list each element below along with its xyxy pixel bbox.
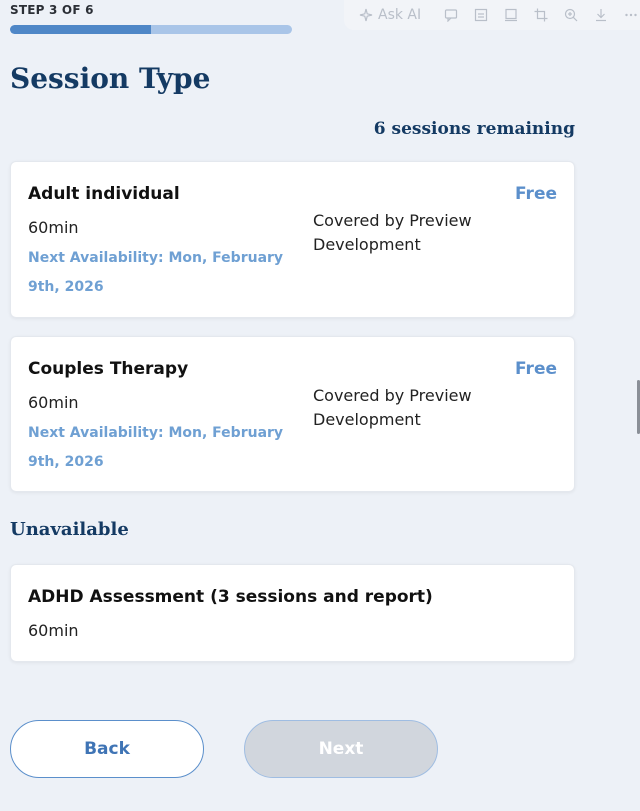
- session-next-availability: Next Availability: Mon, February 9th, 20…: [28, 250, 284, 295]
- session-coverage: Covered by Preview Development: [313, 386, 472, 429]
- session-coverage: Covered by Preview Development: [313, 211, 472, 254]
- session-name: Adult individual: [28, 184, 180, 204]
- session-duration: 60min: [28, 218, 79, 237]
- session-card-couples-therapy[interactable]: Couples Therapy 60min Next Availability:…: [10, 336, 575, 492]
- sparkle-icon: [358, 7, 374, 23]
- session-duration: 60min: [28, 621, 79, 640]
- session-price: Free: [515, 184, 557, 204]
- download-icon[interactable]: [593, 7, 609, 23]
- session-card-adhd-assessment: ADHD Assessment (3 sessions and report) …: [10, 564, 575, 662]
- session-name: ADHD Assessment (3 sessions and report): [28, 587, 433, 607]
- session-name: Couples Therapy: [28, 359, 189, 379]
- page-title: Session Type: [10, 62, 211, 95]
- progress-bar-fill: [10, 25, 151, 34]
- crop-icon[interactable]: [533, 7, 549, 23]
- note-icon[interactable]: [503, 7, 519, 23]
- back-button[interactable]: Back: [10, 720, 204, 778]
- session-duration: 60min: [28, 393, 79, 412]
- ask-ai-button[interactable]: Ask AI: [358, 7, 421, 23]
- session-card-adult-individual[interactable]: Adult individual 60min Next Availability…: [10, 161, 575, 318]
- next-button[interactable]: Next: [244, 720, 438, 778]
- progress-bar: [10, 25, 292, 34]
- unavailable-heading: Unavailable: [10, 519, 129, 540]
- sessions-remaining: 6 sessions remaining: [373, 119, 575, 139]
- layout-icon[interactable]: [473, 7, 489, 23]
- step-indicator: STEP 3 OF 6: [10, 3, 94, 17]
- session-price: Free: [515, 359, 557, 379]
- more-icon[interactable]: [623, 7, 639, 23]
- floating-toolbar: Ask AI: [344, 0, 640, 30]
- ask-ai-label: Ask AI: [378, 7, 422, 23]
- comment-icon[interactable]: [443, 7, 459, 23]
- session-next-availability: Next Availability: Mon, February 9th, 20…: [28, 425, 284, 470]
- zoom-in-icon[interactable]: [563, 7, 579, 23]
